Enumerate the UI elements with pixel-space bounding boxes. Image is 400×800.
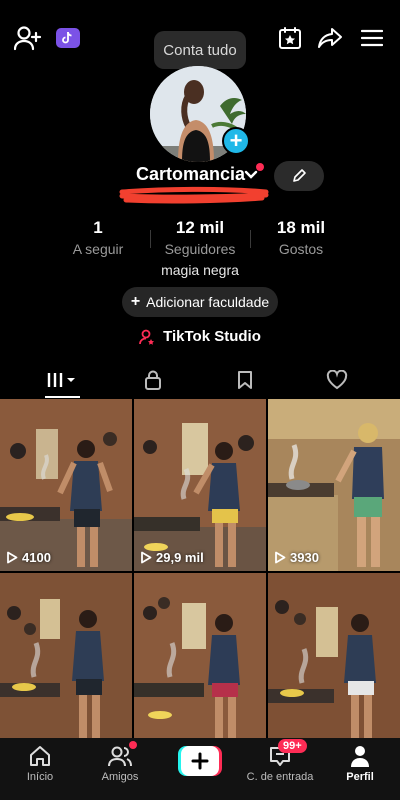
notification-dot xyxy=(256,163,264,171)
create-button[interactable] xyxy=(178,746,222,776)
view-count: 29,9 mil xyxy=(140,550,204,565)
kitchen-scene-image xyxy=(268,399,400,571)
inbox-badge: 99+ xyxy=(278,739,307,753)
nav-label: Início xyxy=(26,771,54,783)
stat-label: Seguidores xyxy=(164,241,236,257)
video-thumbnail[interactable]: 4100 xyxy=(0,399,132,571)
add-friend-icon[interactable] xyxy=(12,22,44,54)
kitchen-scene-image xyxy=(134,573,266,745)
play-icon xyxy=(7,551,18,564)
add-story-button[interactable]: + xyxy=(222,127,250,155)
video-thumbnail[interactable] xyxy=(0,573,132,745)
stat-value: 18 mil xyxy=(276,218,326,237)
tab-videos[interactable] xyxy=(12,361,112,399)
video-thumbnail[interactable]: 3930 xyxy=(268,399,400,571)
stat-followers[interactable]: 12 mil Seguidores xyxy=(150,218,250,257)
kitchen-scene-image xyxy=(0,573,132,745)
pencil-icon xyxy=(293,169,306,182)
tiktok-coins-icon[interactable] xyxy=(56,28,80,48)
view-count-value: 4100 xyxy=(22,550,51,565)
tiktok-studio-link[interactable]: TikTok Studio xyxy=(0,328,400,345)
profile-tabs xyxy=(0,361,400,399)
bottom-nav: Início Amigos 99+ C. de entrada Perfil xyxy=(0,738,400,800)
stat-following[interactable]: 1 A seguir xyxy=(48,218,148,257)
video-thumbnail[interactable] xyxy=(134,573,266,745)
username[interactable]: Cartomancia xyxy=(136,164,245,185)
stat-label: Gostos xyxy=(278,241,324,257)
create-plus-icon xyxy=(178,746,222,776)
profile-icon xyxy=(351,746,369,767)
nav-label: C. de entrada xyxy=(246,771,314,783)
kitchen-scene-image xyxy=(134,399,266,571)
view-count-value: 3930 xyxy=(290,550,319,565)
studio-label: TikTok Studio xyxy=(163,328,261,345)
view-count: 3930 xyxy=(274,550,319,565)
add-faculty-button[interactable]: + Adicionar faculdade xyxy=(122,287,278,317)
nav-home[interactable]: Início xyxy=(0,738,80,800)
play-icon xyxy=(275,551,286,564)
calendar-star-icon[interactable] xyxy=(276,24,304,52)
stat-value: 12 mil xyxy=(175,218,225,237)
nav-label: Perfil xyxy=(346,771,374,783)
play-icon xyxy=(141,551,152,564)
bookmark-icon xyxy=(238,371,252,389)
tooltip-text: Conta tudo xyxy=(163,41,237,59)
view-count-value: 29,9 mil xyxy=(156,550,204,565)
stat-value: 1 xyxy=(93,218,103,237)
account-tooltip: Conta tudo xyxy=(154,31,246,69)
studio-user-icon xyxy=(139,329,155,345)
video-grid: 4100 29,9 mil 3930 xyxy=(0,399,400,745)
tab-liked[interactable] xyxy=(287,361,387,399)
plus-icon: + xyxy=(130,293,141,310)
edit-profile-button[interactable] xyxy=(274,161,324,191)
share-icon[interactable] xyxy=(316,24,344,52)
tab-saved[interactable] xyxy=(195,361,295,399)
grid-videos-icon xyxy=(47,373,75,387)
home-icon xyxy=(30,746,50,766)
stat-likes[interactable]: 18 mil Gostos xyxy=(251,218,351,257)
friends-notification-dot xyxy=(129,741,137,749)
chevron-down-icon[interactable] xyxy=(244,170,258,180)
kitchen-scene-image xyxy=(268,573,400,745)
video-thumbnail[interactable]: 29,9 mil xyxy=(134,399,266,571)
view-count: 4100 xyxy=(6,550,51,565)
stat-label: A seguir xyxy=(72,241,124,257)
nav-inbox[interactable]: 99+ C. de entrada xyxy=(240,738,320,800)
lock-icon xyxy=(145,370,161,390)
nav-friends[interactable]: Amigos xyxy=(80,738,160,800)
video-thumbnail[interactable] xyxy=(268,573,400,745)
nav-label: Amigos xyxy=(101,771,139,783)
profile-stats: 1 A seguir 12 mil Seguidores 18 mil Gost… xyxy=(0,218,400,258)
red-scribble-annotation xyxy=(119,186,269,204)
heart-icon xyxy=(326,370,348,390)
menu-icon[interactable] xyxy=(358,24,386,52)
active-tab-indicator xyxy=(45,396,80,398)
profile-bio: magia negra xyxy=(161,262,239,278)
nav-profile[interactable]: Perfil xyxy=(320,738,400,800)
kitchen-scene-image xyxy=(0,399,132,571)
tab-private[interactable] xyxy=(103,361,203,399)
add-faculty-label: Adicionar faculdade xyxy=(146,294,270,310)
